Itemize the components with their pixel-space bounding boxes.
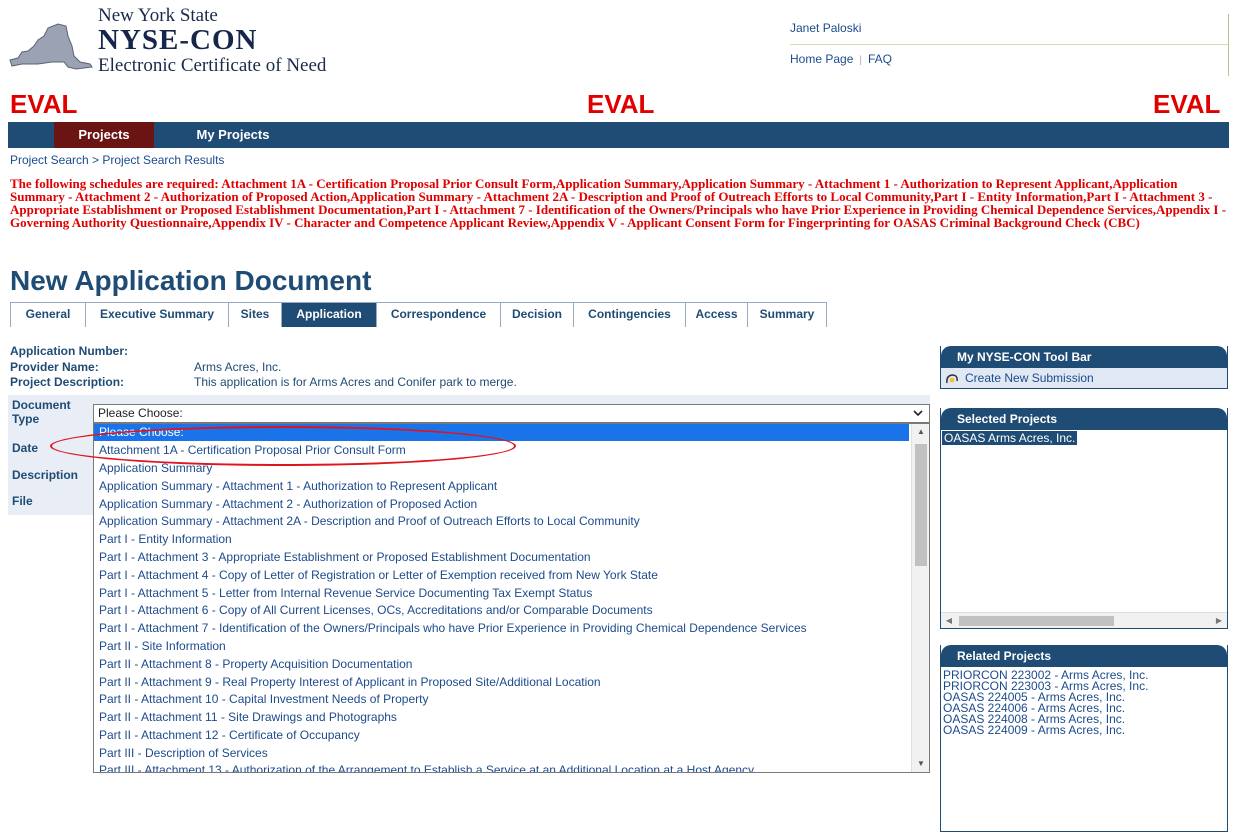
main-nav: Projects My Projects — [8, 122, 1229, 148]
dropdown-option[interactable]: Part I - Attachment 4 - Copy of Letter o… — [94, 567, 909, 584]
dropdown-option[interactable]: Part III - Description of Services — [94, 745, 909, 762]
header: New York State NYSE-CON Electronic Certi… — [0, 0, 1238, 90]
application-number-label: Application Number: — [10, 344, 129, 358]
logo-line-3: Electronic Certificate of Need — [98, 55, 327, 76]
related-projects-panel: Related Projects PRIORCON 223002 - Arms … — [940, 645, 1228, 832]
document-type-label: Document Type — [12, 398, 71, 426]
project-description-value: This application is for Arms Acres and C… — [194, 375, 517, 389]
dropdown-option[interactable]: Part I - Attachment 7 - Identification o… — [94, 620, 909, 637]
scroll-up-icon[interactable]: ▲ — [912, 424, 929, 440]
dropdown-option[interactable]: Application Summary - Attachment 2 - Aut… — [94, 496, 909, 513]
dropdown-option[interactable]: Application Summary - Attachment 1 - Aut… — [94, 478, 909, 495]
dropdown-option[interactable]: Part III - Attachment 13 - Authorization… — [94, 762, 909, 772]
toolbar-title: My NYSE-CON Tool Bar — [941, 346, 1227, 368]
user-divider — [790, 44, 1228, 45]
user-name: Janet Paloski — [790, 21, 862, 35]
faq-link[interactable]: FAQ — [868, 52, 892, 66]
home-page-link[interactable]: Home Page — [790, 52, 853, 66]
tab-executive-summary[interactable]: Executive Summary — [85, 302, 229, 327]
tab-decision[interactable]: Decision — [500, 302, 574, 327]
nav-tab-my-projects[interactable]: My Projects — [188, 122, 278, 148]
dropdown-scrollbar[interactable]: ▲ ▼ — [911, 424, 929, 772]
description-label: Description — [12, 468, 79, 482]
document-type-label-line-2: Type — [12, 412, 40, 426]
selected-projects-hscroll[interactable]: ◀ ▶ — [941, 612, 1227, 628]
document-type-label-line-1: Document — [12, 398, 71, 412]
dropdown-option[interactable]: Application Summary - Attachment 2A - De… — [94, 513, 909, 530]
provider-name-value: Arms Acres, Inc. — [194, 360, 282, 374]
dropdown-option[interactable]: Attachment 1A - Certification Proposal P… — [94, 442, 909, 459]
project-description-label: Project Description: — [10, 375, 125, 389]
logo-text[interactable]: New York State NYSE-CON Electronic Certi… — [98, 6, 326, 78]
user-links: Home Page | FAQ — [790, 52, 892, 66]
tab-summary[interactable]: Summary — [747, 302, 827, 327]
hscroll-thumb[interactable] — [959, 616, 1114, 626]
create-submission-row[interactable]: Create New Submission — [941, 368, 1227, 388]
tab-contingencies[interactable]: Contingencies — [573, 302, 686, 327]
dropdown-option[interactable]: Part II - Site Information — [94, 638, 909, 655]
create-submission-link[interactable]: Create New Submission — [965, 371, 1094, 385]
dropdown-scroll-thumb[interactable] — [915, 444, 927, 566]
selected-projects-list[interactable]: OASAS Arms Acres, Inc. ◀ ▶ — [941, 430, 1227, 628]
dropdown-option[interactable]: Part II - Attachment 12 - Certificate of… — [94, 727, 909, 744]
related-projects-title: Related Projects — [941, 645, 1227, 667]
toolbar-panel: My NYSE-CON Tool Bar Create New Submissi… — [940, 346, 1228, 389]
dropdown-option[interactable]: Part I - Entity Information — [94, 531, 909, 548]
tab-access[interactable]: Access — [685, 302, 748, 327]
eval-watermark-center: EVAL — [587, 89, 655, 119]
related-project-link[interactable]: OASAS 224009 - Arms Acres, Inc. — [943, 724, 1225, 736]
user-box: Janet Paloski Home Page | FAQ — [782, 14, 1229, 76]
document-type-selected-value: Please Choose: — [98, 406, 183, 420]
scroll-down-icon[interactable]: ▼ — [912, 756, 929, 772]
dropdown-option[interactable]: Application Summary — [94, 460, 909, 477]
related-projects-list: PRIORCON 223002 - Arms Acres, Inc. PRIOR… — [941, 667, 1227, 831]
dropdown-option[interactable]: Part I - Attachment 6 - Copy of All Curr… — [94, 602, 909, 619]
file-label: File — [12, 494, 33, 508]
document-type-select[interactable]: Please Choose: — [93, 404, 930, 423]
provider-name-label: Provider Name: — [10, 360, 99, 374]
tab-correspondence[interactable]: Correspondence — [376, 302, 501, 327]
document-type-dropdown: Please Choose: Attachment 1A - Certifica… — [93, 423, 930, 773]
selected-projects-panel: Selected Projects OASAS Arms Acres, Inc.… — [940, 408, 1228, 629]
date-label: Date — [12, 441, 39, 455]
document-tabs: General Executive Summary Sites Applicat… — [10, 302, 827, 327]
ny-state-map-icon — [9, 23, 93, 70]
scroll-right-icon[interactable]: ▶ — [1211, 613, 1227, 629]
logo-line-1: New York State — [98, 5, 218, 26]
create-submission-icon — [946, 374, 958, 383]
scroll-left-icon[interactable]: ◀ — [941, 613, 957, 629]
dropdown-option[interactable]: Part II - Attachment 11 - Site Drawings … — [94, 709, 909, 726]
selected-projects-title: Selected Projects — [941, 408, 1227, 430]
eval-watermark-left: EVAL — [10, 89, 78, 119]
dropdown-option[interactable]: Part II - Attachment 10 - Capital Invest… — [94, 691, 909, 708]
dropdown-option[interactable]: Part II - Attachment 8 - Property Acquis… — [94, 656, 909, 673]
dropdown-option[interactable]: Part I - Attachment 3 - Appropriate Esta… — [94, 549, 909, 566]
breadcrumb[interactable]: Project Search > Project Search Results — [10, 153, 224, 167]
required-schedules-message: The following schedules are required: At… — [10, 176, 1227, 230]
tab-application[interactable]: Application — [281, 302, 377, 327]
tab-sites[interactable]: Sites — [228, 302, 282, 327]
tab-general[interactable]: General — [10, 302, 86, 327]
selected-project-item[interactable]: OASAS Arms Acres, Inc. — [942, 431, 1078, 445]
dropdown-option[interactable]: Part II - Attachment 9 - Real Property I… — [94, 674, 909, 691]
dropdown-option[interactable]: Part I - Attachment 5 - Letter from Inte… — [94, 585, 909, 602]
link-divider: | — [859, 55, 862, 66]
page-title: New Application Document — [10, 265, 372, 296]
logo-line-2: NYSE-CON — [98, 24, 258, 56]
nav-tab-projects[interactable]: Projects — [54, 122, 154, 148]
eval-watermark-right: EVAL — [1153, 89, 1221, 119]
dropdown-option[interactable]: Please Choose: — [94, 424, 909, 441]
